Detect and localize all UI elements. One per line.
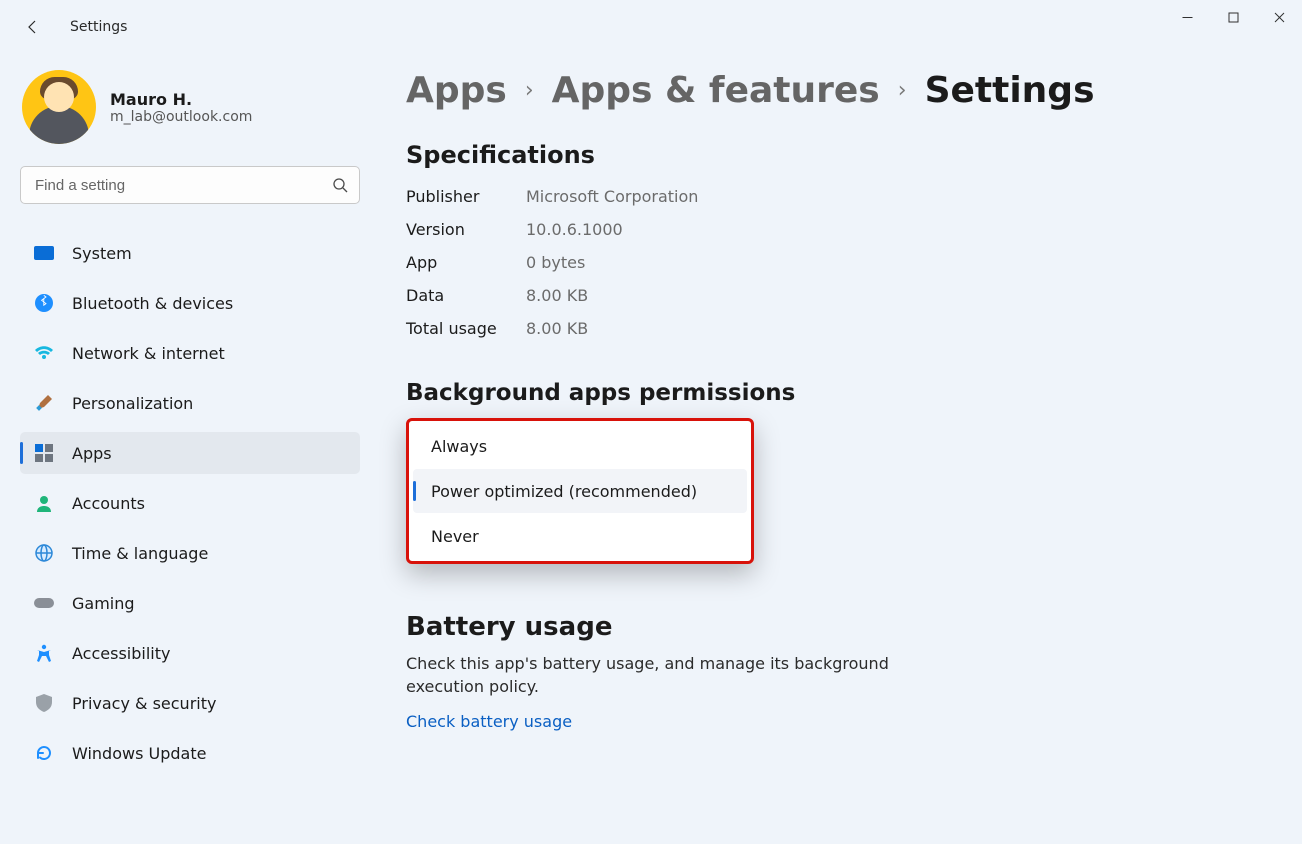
sidebar-item-accounts[interactable]: Accounts [20,482,360,524]
dropdown-option-never[interactable]: Never [413,514,747,558]
maximize-button[interactable] [1210,0,1256,34]
spec-table: Publisher Microsoft Corporation Version … [406,187,1262,338]
apps-icon [34,443,54,463]
spec-label: App [406,253,526,272]
sidebar-item-bluetooth[interactable]: Bluetooth & devices [20,282,360,324]
app-title: Settings [70,19,127,35]
spec-value: 10.0.6.1000 [526,220,623,239]
sidebar-item-label: Apps [72,444,112,463]
sidebar-item-label: Accessibility [72,644,170,663]
spec-value: 8.00 KB [526,286,588,305]
brush-icon [34,393,54,413]
chevron-icon: › [898,78,907,103]
header: Settings [24,18,127,36]
main-content: Apps › Apps & features › Settings Specif… [406,70,1262,844]
dropdown-option-power-optimized[interactable]: Power optimized (recommended) [413,469,747,513]
chevron-icon: › [525,78,534,103]
sidebar-item-personalization[interactable]: Personalization [20,382,360,424]
battery-usage-description: Check this app's battery usage, and mana… [406,652,966,698]
specifications-heading: Specifications [406,141,1262,169]
sidebar-item-gaming[interactable]: Gaming [20,582,360,624]
spec-row-version: Version 10.0.6.1000 [406,220,1262,239]
system-icon [34,243,54,263]
profile-email: m_lab@outlook.com [110,109,252,125]
search-input[interactable] [20,166,360,204]
breadcrumb: Apps › Apps & features › Settings [406,70,1262,111]
person-icon [34,493,54,513]
spec-label: Total usage [406,319,526,338]
spec-row-total: Total usage 8.00 KB [406,319,1262,338]
spec-value: 8.00 KB [526,319,588,338]
dropdown-option-always[interactable]: Always [413,424,747,468]
sidebar-item-label: Privacy & security [72,694,216,713]
background-permissions-heading: Background apps permissions [406,380,1262,406]
search-icon [332,177,348,193]
sidebar-item-label: System [72,244,132,263]
shield-icon [34,693,54,713]
sidebar-item-label: Time & language [72,544,208,563]
spec-label: Version [406,220,526,239]
avatar [22,70,96,144]
gamepad-icon [34,593,54,613]
spec-value: Microsoft Corporation [526,187,698,206]
window-controls [1164,0,1302,34]
accessibility-icon [34,643,54,663]
spec-row-data: Data 8.00 KB [406,286,1262,305]
background-permissions-dropdown[interactable]: Always Power optimized (recommended) Nev… [406,418,754,564]
sidebar-item-time-language[interactable]: Time & language [20,532,360,574]
nav: System Bluetooth & devices Network & int… [20,232,360,782]
sidebar-item-system[interactable]: System [20,232,360,274]
wifi-icon [34,343,54,363]
spec-row-app: App 0 bytes [406,253,1262,272]
bluetooth-icon [34,293,54,313]
battery-usage-heading: Battery usage [406,612,1262,642]
sidebar-item-privacy[interactable]: Privacy & security [20,682,360,724]
spec-value: 0 bytes [526,253,585,272]
sidebar-item-label: Bluetooth & devices [72,294,233,313]
sidebar-item-label: Accounts [72,494,145,513]
check-battery-usage-link[interactable]: Check battery usage [406,712,1262,731]
update-icon [34,743,54,763]
sidebar-item-label: Personalization [72,394,193,413]
spec-row-publisher: Publisher Microsoft Corporation [406,187,1262,206]
back-button[interactable] [24,18,42,36]
profile-block[interactable]: Mauro H. m_lab@outlook.com [20,66,360,166]
close-button[interactable] [1256,0,1302,34]
sidebar-item-label: Windows Update [72,744,206,763]
sidebar-item-label: Network & internet [72,344,225,363]
breadcrumb-apps-features[interactable]: Apps & features [552,70,880,111]
minimize-button[interactable] [1164,0,1210,34]
sidebar-item-apps[interactable]: Apps [20,432,360,474]
sidebar: Mauro H. m_lab@outlook.com System Blueto… [20,66,360,782]
globe-icon [34,543,54,563]
breadcrumb-current: Settings [925,70,1095,111]
sidebar-item-network[interactable]: Network & internet [20,332,360,374]
sidebar-item-accessibility[interactable]: Accessibility [20,632,360,674]
sidebar-item-label: Gaming [72,594,135,613]
search-wrap [20,166,360,204]
breadcrumb-apps[interactable]: Apps [406,70,507,111]
spec-label: Data [406,286,526,305]
sidebar-item-windows-update[interactable]: Windows Update [20,732,360,774]
profile-name: Mauro H. [110,90,252,109]
spec-label: Publisher [406,187,526,206]
